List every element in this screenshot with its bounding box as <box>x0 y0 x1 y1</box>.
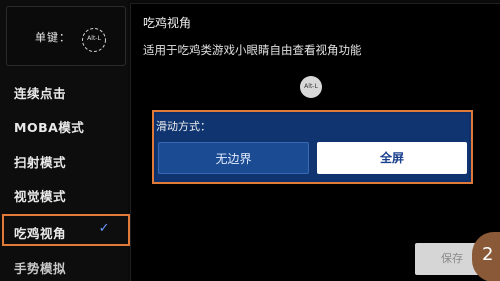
menu-item-strafe[interactable]: 扫射模式 <box>14 152 66 171</box>
panel-title: 吃鸡视角 <box>143 16 192 30</box>
panel-description: 适用于吃鸡类游戏小眼睛自由查看视角功能 <box>143 43 362 57</box>
menu-item-gesture[interactable]: 手势模拟 <box>14 258 66 277</box>
check-icon: ✓ <box>98 221 110 236</box>
slide-mode-section: 滑动方式： 无边界 全屏 <box>152 110 473 184</box>
key-badge-text: Alt-L <box>87 35 101 42</box>
menu-item-pubg-view[interactable]: 吃鸡视角 ✓ <box>2 214 130 246</box>
left-panel: 单键： Alt-L 连续点击 MOBA模式 扫射模式 视觉模式 吃鸡视角 ✓ 手… <box>0 0 130 281</box>
app-screen: 单键： Alt-L 连续点击 MOBA模式 扫射模式 视觉模式 吃鸡视角 ✓ 手… <box>0 0 500 281</box>
menu-item-visual[interactable]: 视觉模式 <box>14 186 66 205</box>
slide-mode-label: 滑动方式： <box>156 120 211 133</box>
single-key-label: 单键： <box>35 31 71 44</box>
single-key-box: 单键： Alt-L <box>6 6 126 66</box>
option-fullscreen-button[interactable]: 全屏 <box>317 142 467 174</box>
menu-item-moba[interactable]: MOBA模式 <box>14 117 84 136</box>
option-borderless-button[interactable]: 无边界 <box>158 142 309 174</box>
settings-panel: 吃鸡视角 适用于吃鸡类游戏小眼睛自由查看视角功能 Alt-L 滑动方式： 无边界… <box>130 3 500 281</box>
menu-item-continuous-click[interactable]: 连续点击 <box>14 83 66 102</box>
step-number: 2 <box>482 244 494 265</box>
slide-mode-inner: 滑动方式： 无边界 全屏 <box>156 114 469 180</box>
key-badge[interactable]: Alt-L <box>300 76 322 98</box>
menu-item-pubg-view-label: 吃鸡视角 <box>14 226 67 241</box>
key-badge-dashed[interactable]: Alt-L <box>81 27 107 53</box>
